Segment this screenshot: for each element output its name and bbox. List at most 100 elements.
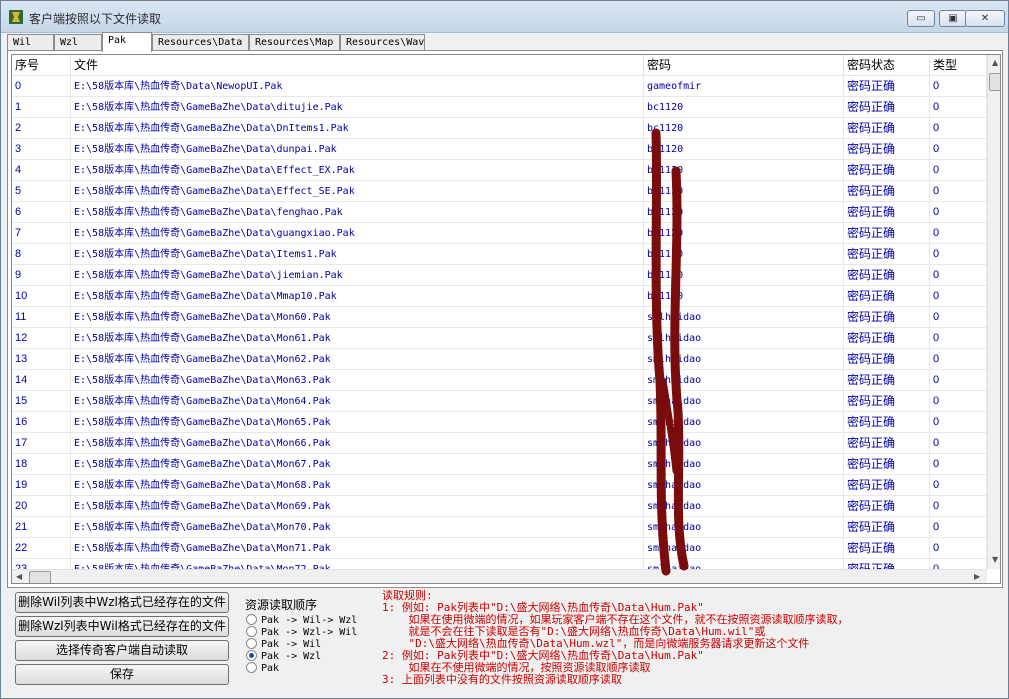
cell-index: 7 <box>12 223 71 244</box>
cell-password: bc1120 <box>644 202 844 223</box>
pak-file-list[interactable]: 序号 文件 密码 密码状态 类型 0 E:\58版本库\热血传奇\Data\New… <box>11 54 1001 584</box>
tab-pak[interactable]: Pak <box>102 32 152 52</box>
title-bar: 客户端按照以下文件读取 ▭ ▣ ✕ <box>1 1 1008 33</box>
maximize-button[interactable]: ▣ <box>939 10 967 27</box>
tab-wil[interactable]: Wil <box>7 34 54 51</box>
cell-password-status: 密码正确 <box>844 559 930 569</box>
table-row[interactable]: 23E:\58版本库\热血传奇\GameBaZhe\Data\Mon72.Pak… <box>12 559 987 569</box>
select-client-button[interactable]: 选择传奇客户端自动读取 <box>15 640 229 661</box>
cell-password: smlhaidao <box>644 391 844 412</box>
table-row[interactable]: 17 E:\58版本库\热血传奇\GameBaZhe\Data\Mon66.Pak… <box>12 433 987 454</box>
scroll-down-icon[interactable]: ▼ <box>992 555 998 564</box>
column-header-index[interactable]: 序号 <box>12 55 71 76</box>
cell-password-status: 密码正确 <box>844 370 930 391</box>
cell-type: 0 <box>930 454 987 475</box>
app-icon <box>9 10 23 24</box>
cell-type: 0 <box>930 517 987 538</box>
table-row[interactable]: 16 E:\58版本库\热血传奇\GameBaZhe\Data\Mon65.Pak… <box>12 412 987 433</box>
delete-wzl-duplicates-button[interactable]: 删除Wzl列表中Wil格式已经存在的文件 <box>15 616 229 637</box>
cell-type: 0 <box>930 118 987 139</box>
table-row[interactable]: 5 E:\58版本库\热血传奇\GameBaZhe\Data\Effect_SE.… <box>12 181 987 202</box>
main-window: 客户端按照以下文件读取 ▭ ▣ ✕ Wil Wzl Pak Resources\… <box>0 0 1009 699</box>
cell-file: E:\58版本库\热血传奇\GameBaZhe\Data\Items1.Pak <box>71 244 644 265</box>
column-header-password[interactable]: 密码 <box>644 55 844 76</box>
tab-resources-data[interactable]: Resources\Data <box>152 34 249 51</box>
delete-wil-duplicates-button[interactable]: 删除Wil列表中Wzl格式已经存在的文件 <box>15 592 229 613</box>
table-row[interactable]: 19 E:\58版本库\热血传奇\GameBaZhe\Data\Mon68.Pak… <box>12 475 987 496</box>
cell-file: E:\58版本库\热血传奇\GameBaZhe\Data\Mon71.Pak <box>71 538 644 559</box>
table-row[interactable]: 2 E:\58版本库\热血传奇\GameBaZhe\Data\DnItems1.P… <box>12 118 987 139</box>
cell-file: E:\58版本库\热血传奇\Data\NewopUI.Pak <box>71 76 644 97</box>
cell-index: 6 <box>12 202 71 223</box>
cell-index: 20 <box>12 496 71 517</box>
scroll-left-icon[interactable]: ◀ <box>16 572 22 581</box>
table-row[interactable]: 14 E:\58版本库\热血传奇\GameBaZhe\Data\Mon63.Pak… <box>12 370 987 391</box>
table-row[interactable]: 12 E:\58版本库\热血传奇\GameBaZhe\Data\Mon61.Pak… <box>12 328 987 349</box>
table-row[interactable]: 0 E:\58版本库\热血传奇\Data\NewopUI.Pak gameofmir… <box>12 76 987 97</box>
table-row[interactable]: 18 E:\58版本库\热血传奇\GameBaZhe\Data\Mon67.Pak… <box>12 454 987 475</box>
cell-index: 18 <box>12 454 71 475</box>
table-row[interactable]: 9 E:\58版本库\热血传奇\GameBaZhe\Data\jiemian.Pa… <box>12 265 987 286</box>
table-row[interactable]: 20 E:\58版本库\热血传奇\GameBaZhe\Data\Mon69.Pak… <box>12 496 987 517</box>
cell-password-status: 密码正确 <box>844 349 930 370</box>
table-row[interactable]: 22 E:\58版本库\热血传奇\GameBaZhe\Data\Mon71.Pak… <box>12 538 987 559</box>
table-row[interactable]: 11 E:\58版本库\热血传奇\GameBaZhe\Data\Mon60.Pak… <box>12 307 987 328</box>
table-row[interactable]: 21 E:\58版本库\热血传奇\GameBaZhe\Data\Mon70.Pak… <box>12 517 987 538</box>
radio-button-icon[interactable] <box>246 626 257 637</box>
column-header-password-status[interactable]: 密码状态 <box>844 55 930 76</box>
read-order-option-label: Pak -> Wzl <box>261 651 322 662</box>
save-button[interactable]: 保存 <box>15 664 229 685</box>
cell-password: smlhaidao <box>644 370 844 391</box>
table-row[interactable]: 3 E:\58版本库\热血传奇\GameBaZhe\Data\dunpai.Pak… <box>12 139 987 160</box>
tab-resources-map[interactable]: Resources\Map <box>249 34 340 51</box>
cell-password-status: 密码正确 <box>844 454 930 475</box>
cell-type: 0 <box>930 181 987 202</box>
scroll-right-icon[interactable]: ▶ <box>974 572 980 581</box>
column-header-type[interactable]: 类型 <box>930 55 987 76</box>
column-header-file[interactable]: 文件 <box>71 55 644 76</box>
radio-button-icon[interactable] <box>246 614 257 625</box>
radio-button-icon[interactable] <box>246 650 257 661</box>
horizontal-scrollbar[interactable]: ◀ ▶ <box>12 569 987 583</box>
tab-strip: Wil Wzl Pak Resources\Data Resources\Map… <box>7 32 1007 52</box>
table-row[interactable]: 6 E:\58版本库\热血传奇\GameBaZhe\Data\fenghao.Pa… <box>12 202 987 223</box>
table-row[interactable]: 15 E:\58版本库\热血传奇\GameBaZhe\Data\Mon64.Pak… <box>12 391 987 412</box>
horizontal-scroll-thumb[interactable] <box>29 571 51 583</box>
table-row[interactable]: 1 E:\58版本库\热血传奇\GameBaZhe\Data\ditujie.Pa… <box>12 97 987 118</box>
cell-file: E:\58版本库\热血传奇\GameBaZhe\Data\DnItems1.Pa… <box>71 118 644 139</box>
cell-type: 0 <box>930 475 987 496</box>
cell-password-status: 密码正确 <box>844 538 930 559</box>
table-row[interactable]: 8 E:\58版本库\热血传奇\GameBaZhe\Data\Items1.Pak… <box>12 244 987 265</box>
cell-type: 0 <box>930 412 987 433</box>
tab-resources-wav[interactable]: Resources\Wav <box>340 34 425 51</box>
table-row[interactable]: 7 E:\58版本库\热血传奇\GameBaZhe\Data\guangxiao.… <box>12 223 987 244</box>
radio-button-icon[interactable] <box>246 638 257 649</box>
close-button[interactable]: ✕ <box>965 10 1005 27</box>
cell-password-status: 密码正确 <box>844 433 930 454</box>
minimize-button[interactable]: ▭ <box>907 10 935 27</box>
table-row[interactable]: 10 E:\58版本库\热血传奇\GameBaZhe\Data\Mmap10.Pa… <box>12 286 987 307</box>
cell-type: 0 <box>930 244 987 265</box>
cell-file: E:\58版本库\热血传奇\GameBaZhe\Data\Mon60.Pak <box>71 307 644 328</box>
cell-type: 0 <box>930 370 987 391</box>
radio-button-icon[interactable] <box>246 662 257 673</box>
tab-wzl[interactable]: Wzl <box>54 34 102 51</box>
cell-password: bc1120 <box>644 97 844 118</box>
vertical-scroll-thumb[interactable] <box>989 73 1000 91</box>
cell-file: E:\58版本库\热血传奇\GameBaZhe\Data\Mon62.Pak <box>71 349 644 370</box>
cell-index: 11 <box>12 307 71 328</box>
read-order-title: 资源读取顺序 <box>245 598 318 612</box>
table-row[interactable]: 13 E:\58版本库\热血传奇\GameBaZhe\Data\Mon62.Pak… <box>12 349 987 370</box>
cell-password-status: 密码正确 <box>844 118 930 139</box>
vertical-scrollbar[interactable]: ▲ ▼ <box>987 55 1000 569</box>
tab-panel: 序号 文件 密码 密码状态 类型 0 E:\58版本库\热血传奇\Data\New… <box>7 50 1003 588</box>
table-row[interactable]: 4 E:\58版本库\热血传奇\GameBaZhe\Data\Effect_EX.… <box>12 160 987 181</box>
scroll-up-icon[interactable]: ▲ <box>992 58 998 67</box>
read-order-option[interactable]: Pak <box>246 662 279 675</box>
cell-password-status: 密码正确 <box>844 496 930 517</box>
cell-password: smlhaidao <box>644 475 844 496</box>
cell-index: 12 <box>12 328 71 349</box>
cell-password: smlhaidao <box>644 454 844 475</box>
cell-type: 0 <box>930 496 987 517</box>
cell-password: bc1120 <box>644 244 844 265</box>
